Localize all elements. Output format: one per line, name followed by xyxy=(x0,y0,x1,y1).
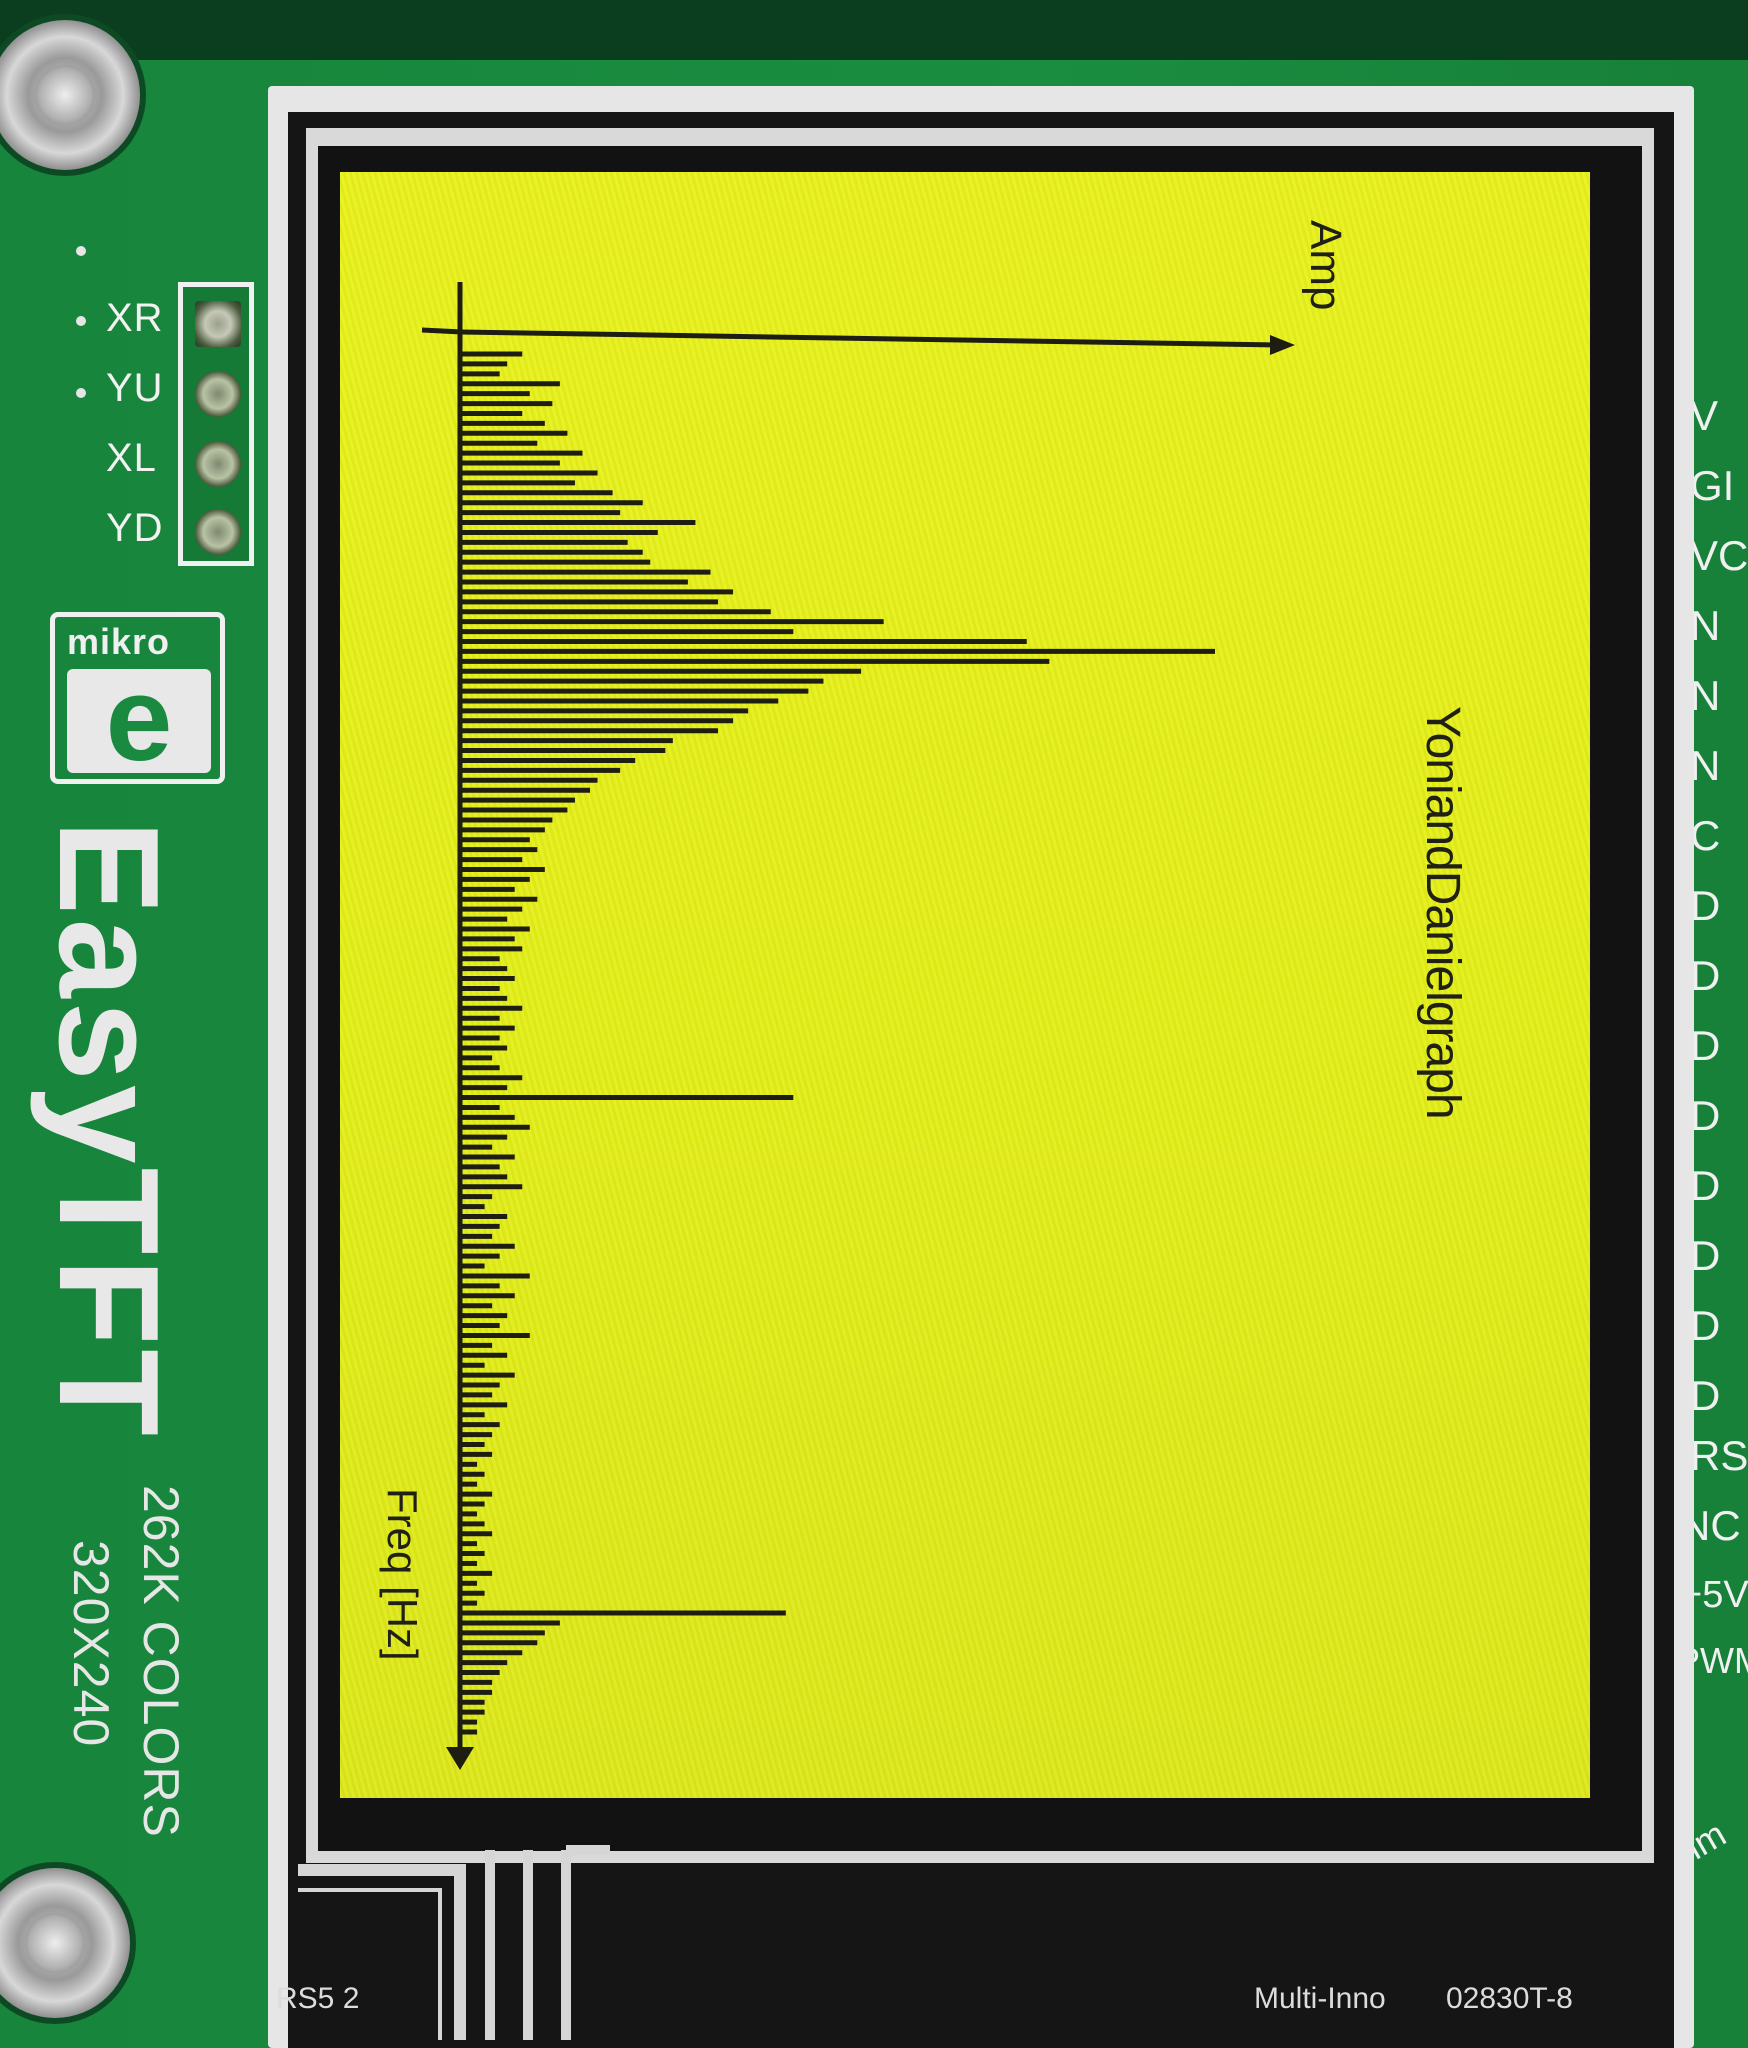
amp-axis-line xyxy=(459,329,1276,348)
amp-label: Amp xyxy=(1301,220,1350,311)
amp-axis-stub xyxy=(421,327,463,335)
pin-label-yu: YU xyxy=(106,366,164,410)
header-pad xyxy=(195,301,241,347)
bars-group xyxy=(462,351,1215,1735)
via-dot xyxy=(76,246,86,256)
freq-axis-arrowhead xyxy=(446,1747,474,1770)
header-pad xyxy=(195,441,241,487)
edge-label: D xyxy=(1690,1092,1721,1139)
mikroe-logo: mikro e xyxy=(50,612,225,784)
module-mark-left: RS5 2 xyxy=(276,1982,360,2015)
spec-colors: 262K COLORS xyxy=(133,1485,189,1838)
touch-pin-header xyxy=(178,282,254,566)
edge-label: D xyxy=(1690,1302,1721,1349)
edge-label: GI xyxy=(1690,462,1735,509)
edge-label: V xyxy=(1690,392,1719,439)
edge-label: D xyxy=(1690,1162,1721,1209)
board-top-edge xyxy=(0,0,1748,60)
edge-label: VC xyxy=(1690,532,1748,579)
edge-label: D xyxy=(1690,1022,1721,1069)
spec-resolution: 320X240 xyxy=(63,1540,119,1748)
edge-label: D xyxy=(1690,952,1721,999)
graph-title: YoniandDanielgraph xyxy=(1416,706,1469,1119)
module-mark-maker: Multi-Inno xyxy=(1254,1982,1386,2015)
via-dot xyxy=(76,316,86,326)
edge-label: D xyxy=(1690,1232,1721,1279)
freq-label: Freq [Hz] xyxy=(379,1488,426,1661)
header-pad xyxy=(195,371,241,417)
lcd-screen: Amp YoniandDanielgraph Freq [Hz] xyxy=(340,172,1590,1798)
pin-label-yd: YD xyxy=(106,506,164,550)
edge-label: D xyxy=(1690,1372,1721,1419)
pin-label-xl: XL xyxy=(106,436,157,480)
amp-axis-arrowhead xyxy=(1270,335,1295,355)
product-name: EasyTFT xyxy=(29,820,188,1440)
edge-label: D xyxy=(1690,882,1721,929)
edge-label: N xyxy=(1690,742,1721,789)
edge-label: C xyxy=(1690,812,1721,859)
logo-e-icon: e xyxy=(67,659,211,779)
spectrum-graph xyxy=(421,282,1295,1770)
edge-label: N xyxy=(1690,672,1721,719)
pin-label-xr: XR xyxy=(106,296,164,340)
module-mark-part: 02830T-8 xyxy=(1446,1982,1573,2015)
edge-label: RST xyxy=(1690,1432,1748,1479)
via-dot xyxy=(76,388,86,398)
edge-label: N xyxy=(1690,602,1721,649)
header-pad xyxy=(195,509,241,555)
